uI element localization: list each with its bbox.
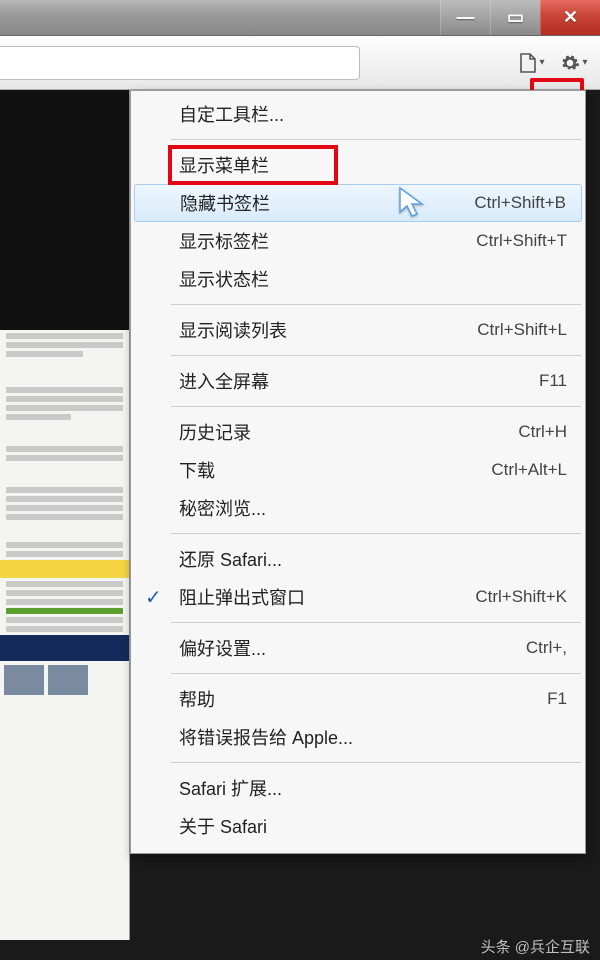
menu-item-label: 下载 (179, 457, 491, 483)
window-maximize-button[interactable]: ▭ (490, 0, 540, 35)
menu-item-shortcut: Ctrl+Alt+L (491, 460, 567, 480)
menu-item-label: 将错误报告给 Apple... (179, 724, 567, 750)
settings-gear-button[interactable]: ▾ (556, 46, 592, 80)
menu-item[interactable]: 关于 Safari (131, 807, 585, 845)
menu-separator (171, 304, 581, 305)
menu-item[interactable]: 下载Ctrl+Alt+L (131, 451, 585, 489)
menu-item[interactable]: 显示阅读列表Ctrl+Shift+L (131, 311, 585, 349)
check-icon: ✓ (145, 585, 162, 610)
menu-separator (171, 355, 581, 356)
menu-item[interactable]: Safari 扩展... (131, 769, 585, 807)
menu-item-label: 进入全屏幕 (179, 368, 539, 394)
address-bar[interactable] (0, 46, 360, 80)
menu-item-shortcut: Ctrl+H (518, 422, 567, 442)
menu-item-label: Safari 扩展... (179, 775, 567, 801)
page-button[interactable]: ▾ (514, 46, 550, 80)
menu-item-label: 阻止弹出式窗口 (179, 584, 475, 610)
browser-toolbar: ▾ ▾ (0, 36, 600, 90)
menu-item[interactable]: 显示菜单栏 (131, 146, 585, 184)
menu-item-label: 自定工具栏... (179, 101, 567, 127)
minimize-icon: — (457, 7, 475, 28)
menu-item[interactable]: 隐藏书签栏Ctrl+Shift+B (134, 184, 582, 222)
menu-item[interactable]: 还原 Safari... (131, 540, 585, 578)
gear-icon (560, 53, 580, 73)
menu-item-shortcut: Ctrl+Shift+L (477, 320, 567, 340)
menu-item-label: 历史记录 (179, 419, 518, 445)
menu-item-label: 显示标签栏 (179, 228, 476, 254)
menu-item-shortcut: Ctrl+Shift+K (475, 587, 567, 607)
menu-item[interactable]: 偏好设置...Ctrl+, (131, 629, 585, 667)
menu-separator (171, 622, 581, 623)
menu-item-label: 隐藏书签栏 (180, 190, 474, 216)
menu-separator (171, 762, 581, 763)
menu-item-label: 关于 Safari (179, 813, 567, 839)
menu-item-label: 还原 Safari... (179, 546, 567, 572)
menu-item-shortcut: Ctrl+Shift+B (474, 193, 566, 213)
menu-item[interactable]: ✓ 阻止弹出式窗口Ctrl+Shift+K (131, 578, 585, 616)
background-page (0, 90, 130, 940)
menu-item-shortcut: Ctrl+Shift+T (476, 231, 567, 251)
menu-item[interactable]: 秘密浏览... (131, 489, 585, 527)
menu-item[interactable]: 历史记录Ctrl+H (131, 413, 585, 451)
window-close-button[interactable]: ✕ (540, 0, 600, 35)
maximize-icon: ▭ (507, 7, 524, 28)
menu-item[interactable]: 将错误报告给 Apple... (131, 718, 585, 756)
window-minimize-button[interactable]: — (440, 0, 490, 35)
menu-item-shortcut: F11 (539, 371, 567, 391)
menu-separator (171, 533, 581, 534)
chevron-down-icon: ▾ (582, 57, 587, 68)
menu-item-shortcut: Ctrl+, (526, 638, 567, 658)
menu-item-label: 显示阅读列表 (179, 317, 477, 343)
menu-item-label: 秘密浏览... (179, 495, 567, 521)
menu-item[interactable]: 显示状态栏 (131, 260, 585, 298)
menu-separator (171, 673, 581, 674)
menu-item[interactable]: 帮助F1 (131, 680, 585, 718)
menu-item-label: 偏好设置... (179, 635, 526, 661)
menu-item-label: 帮助 (179, 686, 547, 712)
settings-dropdown-menu: 自定工具栏...显示菜单栏隐藏书签栏Ctrl+Shift+B显示标签栏Ctrl+… (130, 90, 586, 854)
menu-item-shortcut: F1 (547, 689, 567, 709)
menu-item[interactable]: 进入全屏幕F11 (131, 362, 585, 400)
chevron-down-icon: ▾ (539, 57, 544, 68)
menu-separator (171, 139, 581, 140)
page-icon (519, 53, 537, 73)
window-titlebar: — ▭ ✕ (0, 0, 600, 36)
menu-separator (171, 406, 581, 407)
menu-item[interactable]: 显示标签栏Ctrl+Shift+T (131, 222, 585, 260)
menu-item-label: 显示状态栏 (179, 266, 567, 292)
menu-item[interactable]: 自定工具栏... (131, 95, 585, 133)
menu-item-label: 显示菜单栏 (179, 152, 567, 178)
close-icon: ✕ (563, 7, 578, 28)
watermark: 头条 @兵企互联 (481, 936, 590, 957)
